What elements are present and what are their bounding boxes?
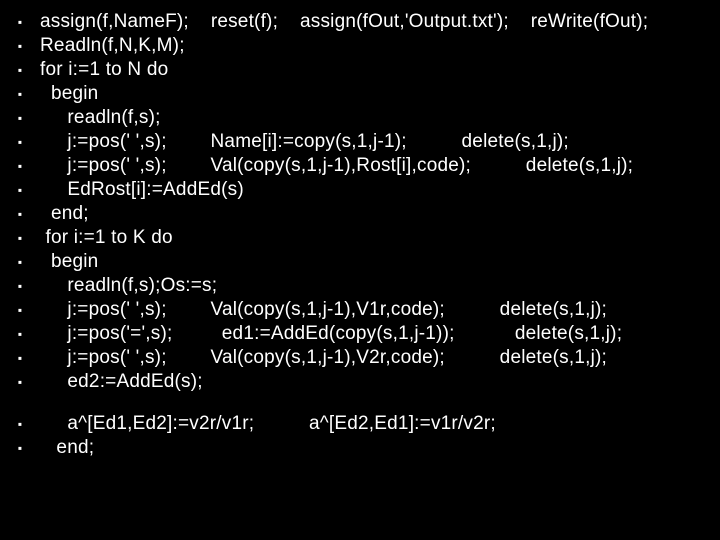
code-text: assign(f,NameF); reset(f); assign(fOut,'… [40, 10, 720, 34]
code-text: begin [40, 82, 720, 106]
code-text: j:=pos(' ',s); Val(copy(s,1,j-1),V2r,cod… [40, 346, 720, 370]
bullet-icon: ▪ [0, 322, 40, 346]
bullet-icon: ▪ [0, 346, 40, 370]
code-text: ed2:=AddEd(s); [40, 370, 720, 394]
code-text: j:=pos('=',s); ed1:=AddEd(copy(s,1,j-1))… [40, 322, 720, 346]
code-line: ▪ a^[Ed1,Ed2]:=v2r/v1r; a^[Ed2,Ed1]:=v1r… [0, 412, 720, 436]
bullet-icon: ▪ [0, 202, 40, 226]
code-text: end; [40, 202, 720, 226]
code-line: ▪ j:=pos(' ',s); Name[i]:=copy(s,1,j-1);… [0, 130, 720, 154]
bullet-icon: ▪ [0, 154, 40, 178]
code-line: ▪ readln(f,s);Os:=s; [0, 274, 720, 298]
code-line: ▪ for i:=1 to N do [0, 58, 720, 82]
code-text: Readln(f,N,K,M); [40, 34, 720, 58]
code-text: end; [40, 436, 720, 460]
bullet-icon: ▪ [0, 226, 40, 250]
code-line: ▪ j:=pos('=',s); ed1:=AddEd(copy(s,1,j-1… [0, 322, 720, 346]
code-text: readln(f,s); [40, 106, 720, 130]
bullet-icon: ▪ [0, 10, 40, 34]
code-line: ▪ begin [0, 82, 720, 106]
bullet-icon: ▪ [0, 82, 40, 106]
code-text: begin [40, 250, 720, 274]
bullet-icon: ▪ [0, 274, 40, 298]
code-line: ▪ j:=pos(' ',s); Val(copy(s,1,j-1),V1r,c… [0, 298, 720, 322]
code-line: ▪ end; [0, 202, 720, 226]
bullet-icon: ▪ [0, 130, 40, 154]
code-line: ▪ for i:=1 to K do [0, 226, 720, 250]
bullet-icon: ▪ [0, 412, 40, 436]
code-text: for i:=1 to K do [40, 226, 720, 250]
blank-line [0, 394, 720, 412]
code-text: EdRost[i]:=AddEd(s) [40, 178, 720, 202]
bullet-icon: ▪ [0, 58, 40, 82]
code-slide: ▪ assign(f,NameF); reset(f); assign(fOut… [0, 0, 720, 540]
bullet-icon: ▪ [0, 106, 40, 130]
code-line: ▪ Readln(f,N,K,M); [0, 34, 720, 58]
code-text: readln(f,s);Os:=s; [40, 274, 720, 298]
code-text: for i:=1 to N do [40, 58, 720, 82]
code-line: ▪ ed2:=AddEd(s); [0, 370, 720, 394]
code-text: j:=pos(' ',s); Val(copy(s,1,j-1),V1r,cod… [40, 298, 720, 322]
code-text: j:=pos(' ',s); Val(copy(s,1,j-1),Rost[i]… [40, 154, 720, 178]
bullet-icon: ▪ [0, 436, 40, 460]
code-line: ▪ begin [0, 250, 720, 274]
code-line: ▪ j:=pos(' ',s); Val(copy(s,1,j-1),Rost[… [0, 154, 720, 178]
code-line: ▪ end; [0, 436, 720, 460]
code-text: j:=pos(' ',s); Name[i]:=copy(s,1,j-1); d… [40, 130, 720, 154]
code-line: ▪ j:=pos(' ',s); Val(copy(s,1,j-1),V2r,c… [0, 346, 720, 370]
code-line: ▪ assign(f,NameF); reset(f); assign(fOut… [0, 10, 720, 34]
bullet-icon: ▪ [0, 34, 40, 58]
bullet-icon: ▪ [0, 370, 40, 394]
bullet-icon: ▪ [0, 298, 40, 322]
code-text: a^[Ed1,Ed2]:=v2r/v1r; a^[Ed2,Ed1]:=v1r/v… [40, 412, 720, 436]
code-line: ▪ EdRost[i]:=AddEd(s) [0, 178, 720, 202]
code-line: ▪ readln(f,s); [0, 106, 720, 130]
bullet-icon: ▪ [0, 178, 40, 202]
bullet-icon: ▪ [0, 250, 40, 274]
